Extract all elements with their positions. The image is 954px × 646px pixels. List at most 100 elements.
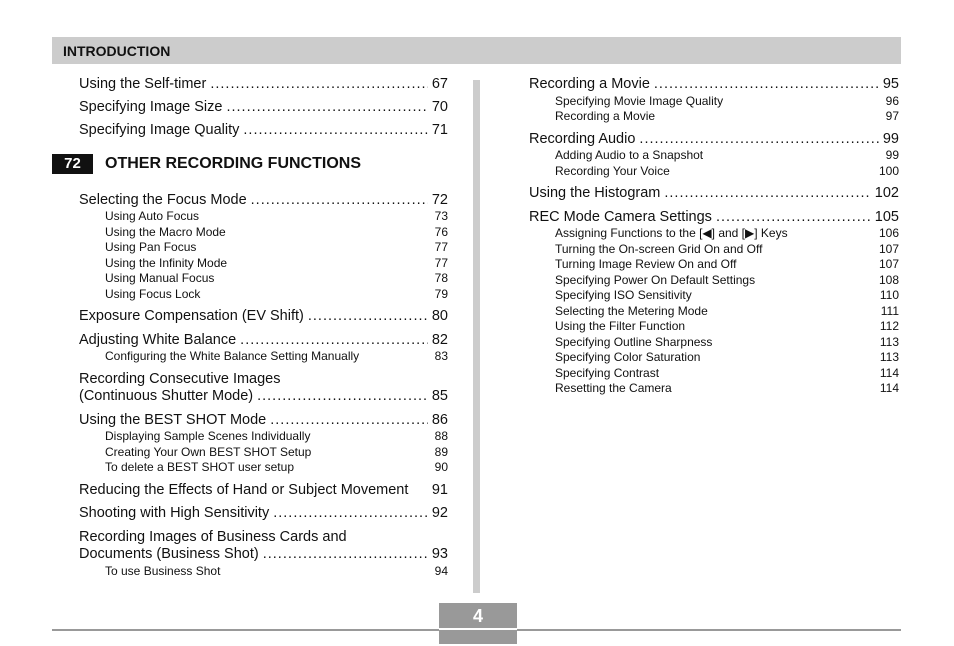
toc-subentry[interactable]: To delete a BEST SHOT user setup 90 — [79, 460, 448, 476]
toc-entry[interactable]: Using the BEST SHOT Mode 86 — [79, 412, 448, 430]
toc-entry[interactable]: Adjusting White Balance 82 — [79, 332, 448, 350]
section-header-title: INTRODUCTION — [63, 43, 171, 59]
toc-entry[interactable]: REC Mode Camera Settings 105 — [529, 209, 899, 227]
toc-subentry[interactable]: Adding Audio to a Snapshot 99 — [529, 148, 899, 164]
toc-subentry[interactable]: Specifying Movie Image Quality 96 — [529, 94, 899, 110]
toc-subentry-page: 73 — [434, 209, 448, 223]
toc-subentry[interactable]: Using Auto Focus 73 — [79, 209, 448, 225]
toc-subentry[interactable]: Specifying Power On Default Settings 108 — [529, 273, 899, 289]
toc-subentry[interactable]: Using Focus Lock 79 — [79, 287, 448, 303]
toc-entry[interactable]: Documents (Business Shot) 93 — [79, 546, 448, 564]
toc-subentry[interactable]: Configuring the White Balance Setting Ma… — [79, 349, 448, 365]
toc-subentry-title: Specifying Contrast — [555, 365, 660, 380]
section-heading: 72 OTHER RECORDING FUNCTIONS — [52, 153, 448, 174]
toc-subentry-title: To use Business Shot — [105, 563, 221, 578]
toc-subentry-page: 114 — [879, 381, 899, 395]
toc-subentry-page: 79 — [434, 286, 448, 301]
toc-subentry[interactable]: Recording a Movie 97 — [529, 109, 899, 125]
toc-subentry[interactable]: Creating Your Own BEST SHOT Setup 89 — [79, 445, 448, 461]
toc-subentry-title: Recording Your Voice — [555, 163, 670, 178]
toc-subentry-page: 83 — [434, 349, 448, 363]
toc-left-column: Using the Self-timer 67 Specifying Image S… — [52, 76, 448, 580]
toc-entry[interactable]: Selecting the Focus Mode 72 — [79, 192, 448, 210]
toc-entry[interactable]: Specifying Image Quality 71 — [79, 122, 448, 140]
leader-dots — [273, 505, 428, 523]
toc-subentry[interactable]: Using Manual Focus 78 — [79, 271, 448, 287]
toc-subentry-page: 76 — [434, 224, 448, 239]
toc-subentry[interactable]: Selecting the Metering Mode 111 — [529, 304, 899, 320]
toc-subentry-page: 100 — [878, 163, 899, 178]
toc-subentry[interactable]: Displaying Sample Scenes Individually 88 — [79, 429, 448, 445]
toc-entry-title: Selecting the Focus Mode — [79, 191, 247, 208]
toc-subentry-page: 112 — [879, 319, 899, 333]
leader-dots — [716, 209, 871, 227]
toc-subentry-page: 113 — [879, 350, 899, 364]
toc-entry-title: Using the Histogram — [529, 185, 661, 201]
toc-subentry[interactable]: Specifying Contrast 114 — [529, 366, 899, 382]
toc-subentry-title: Specifying ISO Sensitivity — [555, 288, 692, 302]
toc-subentry[interactable]: Using the Filter Function 112 — [529, 319, 899, 335]
toc-entry[interactable]: Reducing the Effects of Hand or Subject … — [79, 482, 448, 500]
toc-entry-page: 92 — [431, 505, 448, 521]
toc-subentry[interactable]: Turning Image Review On and Off 107 — [529, 257, 899, 273]
toc-entry[interactable]: Shooting with High Sensitivity 92 — [79, 505, 448, 523]
toc-subentry-page: 107 — [878, 241, 899, 256]
toc-entry-page: 80 — [431, 308, 448, 324]
toc-entry-title: Adjusting White Balance — [79, 331, 237, 348]
toc-entry-page: 105 — [874, 208, 899, 225]
toc-entry-title: Documents (Business Shot) — [79, 546, 259, 562]
toc-entry-title: Exposure Compensation (EV Shift) — [79, 308, 304, 324]
toc-entry-title-line1: Recording Consecutive Images — [79, 370, 281, 387]
toc-subentry-title: Creating Your Own BEST SHOT Setup — [105, 444, 312, 459]
toc-entry-page: 72 — [431, 191, 448, 208]
toc-entry-title-line1: Recording Images of Business Cards and — [79, 528, 347, 545]
toc-subentry[interactable]: Specifying Color Saturation 113 — [529, 350, 899, 366]
toc-entry[interactable]: Recording a Movie 95 — [529, 76, 899, 94]
toc-subentry-page: 99 — [885, 148, 899, 162]
toc-subentry-page: 113 — [879, 334, 899, 349]
toc-entry-page: 86 — [431, 411, 448, 428]
toc-subentry-page: 114 — [879, 365, 899, 380]
toc-subentry[interactable]: Turning the On-screen Grid On and Off 107 — [529, 242, 899, 258]
toc-entry[interactable]: Using the Histogram 102 — [529, 185, 899, 203]
toc-subentry[interactable]: Specifying ISO Sensitivity 110 — [529, 288, 899, 304]
toc-subentry-title: Recording a Movie — [555, 109, 656, 123]
toc-subentry[interactable]: Recording Your Voice 100 — [529, 164, 899, 180]
toc-subentry-page: 89 — [434, 444, 448, 459]
toc-entry-page: 70 — [431, 99, 448, 115]
toc-subentry[interactable]: To use Business Shot 94 — [79, 564, 448, 580]
page-number: 4 — [472, 606, 483, 626]
toc-subentry-title: Specifying Outline Sharpness — [555, 334, 713, 349]
toc-subentry-title: Using the Macro Mode — [105, 224, 226, 239]
toc-subentry-title: Using Auto Focus — [105, 209, 200, 223]
toc-entry-title: Specifying Image Quality — [79, 122, 240, 138]
toc-subentry-title: Displaying Sample Scenes Individually — [105, 429, 311, 443]
toc-entry[interactable]: Using the Self-timer 67 — [79, 76, 448, 94]
leader-dots — [308, 308, 428, 326]
toc-subentry-page: 108 — [878, 272, 899, 287]
toc-entry[interactable]: Specifying Image Size 70 — [79, 99, 448, 117]
toc-subentry-page: 88 — [434, 429, 448, 443]
toc-entry[interactable]: Exposure Compensation (EV Shift) 80 — [79, 308, 448, 326]
section-title: OTHER RECORDING FUNCTIONS — [105, 154, 361, 172]
toc-subentry-title: Using Pan Focus — [105, 240, 197, 254]
toc-subentry-title: Using the Filter Function — [555, 319, 686, 333]
leader-dots — [243, 122, 427, 140]
toc-subentry-title: Turning Image Review On and Off — [555, 257, 737, 271]
toc-entry-page: 91 — [431, 481, 448, 498]
toc-subentry-title: Using Manual Focus — [105, 271, 215, 285]
toc-subentry[interactable]: Assigning Functions to the [◀] and [▶] K… — [529, 226, 899, 242]
leader-dots — [639, 131, 878, 149]
toc-subentry[interactable]: Specifying Outline Sharpness 113 — [529, 335, 899, 351]
toc-entry[interactable]: Recording Audio 99 — [529, 131, 899, 149]
toc-subentry-title: Specifying Power On Default Settings — [555, 272, 756, 287]
toc-subentry-page: 90 — [434, 460, 448, 474]
toc-entry[interactable]: (Continuous Shutter Mode) 85 — [79, 388, 448, 406]
leader-dots — [251, 192, 428, 210]
toc-subentry[interactable]: Using Pan Focus 77 — [79, 240, 448, 256]
toc-subentry[interactable]: Using the Infinity Mode 77 — [79, 256, 448, 272]
toc-subentry-page: 110 — [879, 288, 899, 302]
toc-subentry[interactable]: Using the Macro Mode 76 — [79, 225, 448, 241]
toc-subentry[interactable]: Resetting the Camera 114 — [529, 381, 899, 397]
toc-subentry-page: 106 — [878, 226, 899, 240]
